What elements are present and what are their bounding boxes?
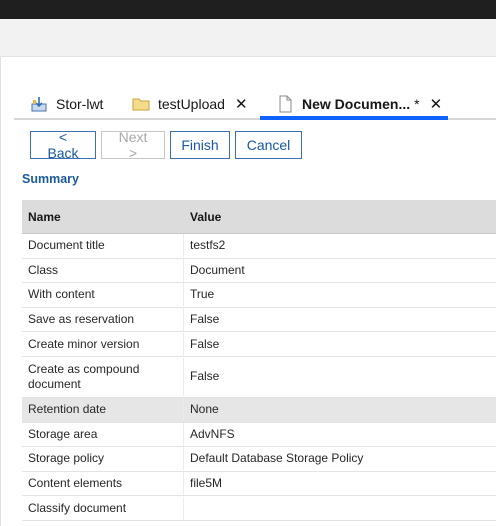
repository-icon [30,95,48,113]
panel-border [0,57,1,526]
row-name: Storage policy [22,447,184,471]
toolbar-area [0,19,496,57]
column-header-name[interactable]: Name [22,210,184,224]
unsaved-marker: * [414,96,420,112]
folder-icon [132,95,150,113]
table-row[interactable]: Create as compound document False [22,357,496,398]
tab-label: Stor-lwt [56,96,104,112]
document-icon [276,95,294,113]
row-value: False [190,336,220,351]
table-row[interactable]: Create minor version False [22,332,496,357]
table-row[interactable]: Save as reservation False [22,308,496,333]
row-value: testfs2 [190,238,226,253]
row-name: Create as compound document [22,357,184,396]
row-name: Document title [22,234,184,258]
next-button[interactable]: Next > [101,129,165,161]
row-name: With content [22,283,184,307]
tab-strip: Stor-lwt testUpload ✕ New Documen... * ✕ [14,88,496,120]
row-name: Retention date [22,398,184,422]
row-value: Document [190,262,245,277]
finish-button[interactable]: Finish [170,131,230,159]
row-name: Create minor version [22,332,184,356]
table-header: Name Value [22,200,496,234]
row-name: Save as reservation [22,308,184,332]
row-name: Content elements [22,472,184,496]
row-name: Storage area [22,422,184,446]
row-value: Default Database Storage Policy [190,451,364,466]
row-value: True [190,287,215,302]
table-row[interactable]: With content True [22,283,496,308]
row-value: AdvNFS [190,426,235,441]
cancel-button[interactable]: Cancel [235,131,302,159]
section-title: Summary [22,172,79,186]
summary-table: Name Value Document title testfs2 Class … [22,200,496,521]
tab-label: testUpload [158,96,225,112]
tab-label: New Documen... [302,96,411,112]
table-row[interactable]: Storage policy Default Database Storage … [22,447,496,472]
close-icon[interactable]: ✕ [430,95,443,113]
close-icon[interactable]: ✕ [235,95,248,113]
tab-testupload[interactable]: testUpload ✕ [132,88,248,120]
column-header-value[interactable]: Value [184,210,496,224]
table-row[interactable]: Retention date None [22,397,496,423]
table-row[interactable]: Storage area AdvNFS [22,422,496,448]
table-row[interactable]: Document title testfs2 [22,234,496,259]
tab-stor-lwt[interactable]: Stor-lwt [30,88,103,120]
top-bar [0,0,496,19]
table-row[interactable]: Class Document [22,258,496,284]
row-value: False [190,369,220,384]
active-tab-indicator [260,116,448,120]
row-value: None [190,402,219,417]
row-name: Classify document [22,496,184,520]
table-row[interactable]: Content elements file5M [22,472,496,497]
wizard-button-row: < Back Next > Finish Cancel [30,129,302,161]
row-value: file5M [190,476,223,491]
row-value: False [190,312,220,327]
table-row[interactable]: Classify document [22,496,496,521]
back-button[interactable]: < Back [30,129,96,161]
row-name: Class [22,258,184,282]
